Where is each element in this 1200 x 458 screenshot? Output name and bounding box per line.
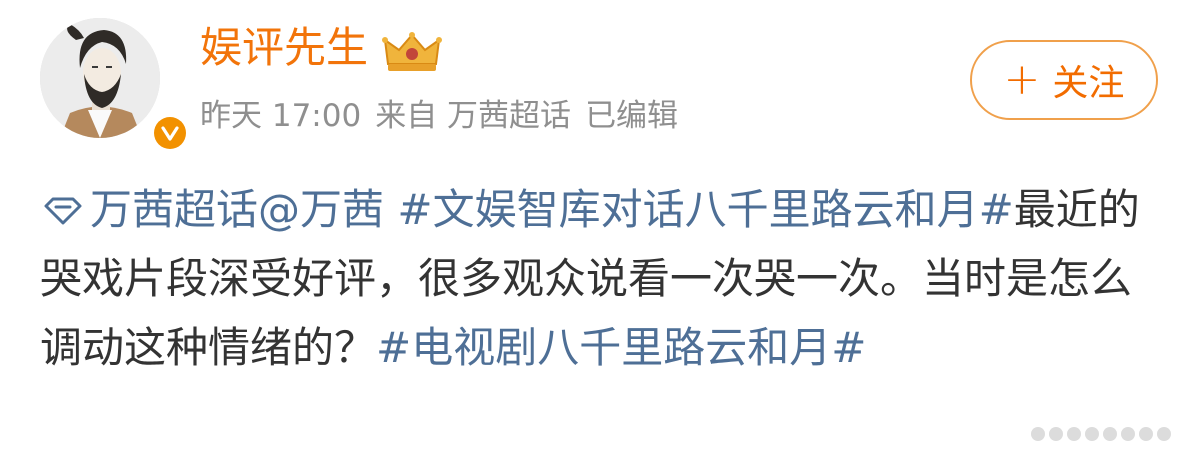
mention-link[interactable]: @万茜 (258, 185, 384, 234)
diamond-icon (44, 197, 82, 225)
username[interactable]: 娱评先生 (200, 22, 368, 74)
supertopic-label: 万茜超话 (90, 185, 259, 234)
crown-icon[interactable] (382, 32, 442, 74)
post-meta: 昨天 17:00 来自 万茜超话 已编辑 (200, 96, 692, 136)
post-content: 万茜超话@万茜 #文娱智库对话八千里路云和月#最近的哭戏片段深受好评，很多观众说… (40, 175, 1170, 382)
avatar-image[interactable] (40, 18, 160, 138)
follow-label: 关注 (1052, 63, 1125, 104)
avatar[interactable] (40, 18, 190, 153)
verified-badge (150, 113, 190, 153)
follow-button[interactable]: + 关注 (970, 40, 1158, 120)
hashtag-link-2[interactable]: #电视剧八千里路云和月# (376, 323, 866, 372)
supertopic-link[interactable]: 万茜超话 (40, 185, 258, 234)
post-source[interactable]: 来自 万茜超话 (375, 98, 571, 134)
watermark-pattern (1031, 427, 1171, 441)
hashtag-link[interactable]: #文娱智库对话八千里路云和月# (397, 185, 1013, 234)
plus-icon: + (1003, 54, 1041, 105)
post-time[interactable]: 昨天 17:00 (200, 98, 361, 134)
edited-label[interactable]: 已编辑 (585, 98, 678, 134)
verified-v-icon (154, 117, 186, 149)
